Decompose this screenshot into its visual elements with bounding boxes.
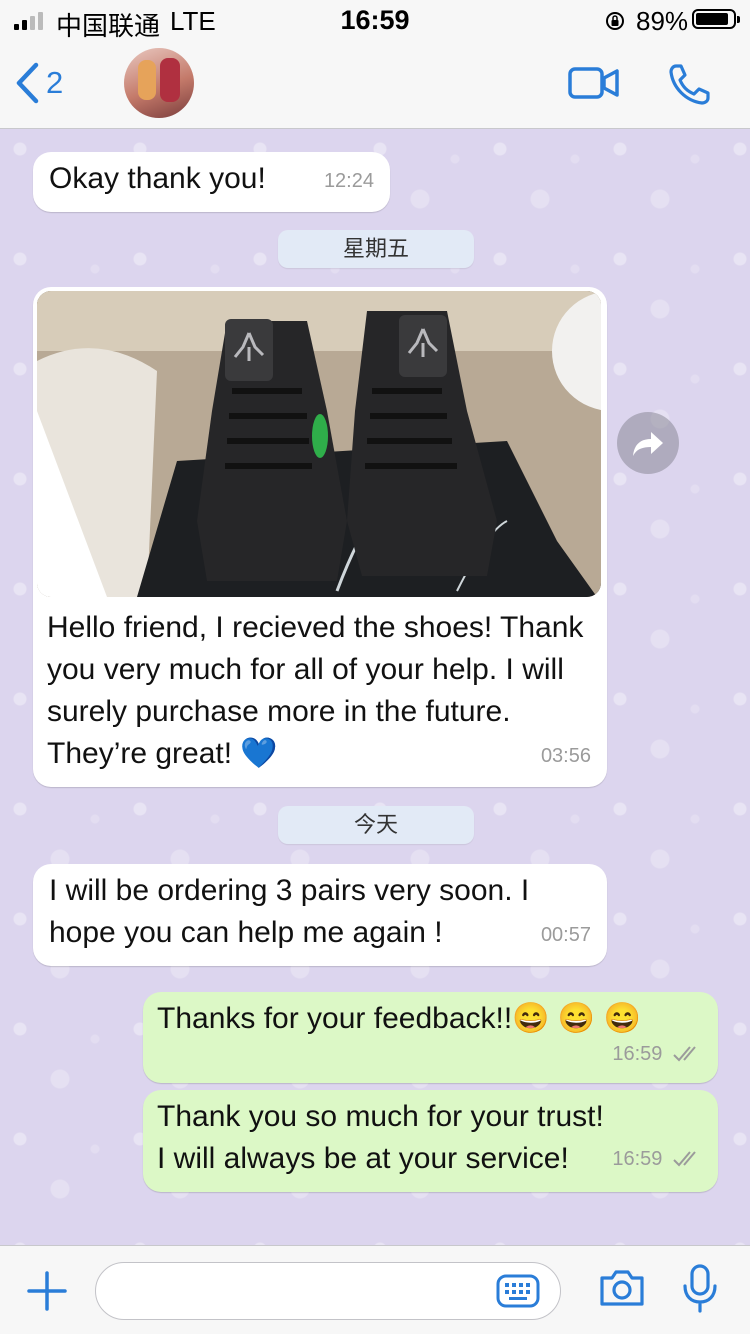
microphone-button[interactable] — [682, 1264, 718, 1314]
date-divider: 星期五 — [278, 230, 474, 268]
message-text: I will be ordering 3 pairs very soon. I … — [49, 874, 530, 949]
message-time: 00:57 — [540, 924, 591, 946]
outgoing-message[interactable]: Thank you so much for your trust! I will… — [143, 1090, 718, 1192]
forward-arrow-icon — [633, 432, 663, 456]
incoming-message[interactable]: Okay thank you! 12:24 — [33, 152, 390, 212]
read-receipt-icon — [673, 1046, 696, 1062]
keyboard-sticker-icon[interactable] — [496, 1274, 540, 1308]
voice-call-button[interactable] — [668, 62, 712, 106]
rotation-lock-icon — [606, 12, 624, 30]
battery-level-fill — [696, 13, 728, 25]
video-call-button[interactable] — [568, 66, 620, 100]
message-text: Hello friend, I recieved the shoes! Than… — [47, 611, 584, 770]
message-input-bar — [0, 1245, 750, 1334]
camera-button[interactable] — [598, 1268, 646, 1308]
status-bar: 中国联通 LTE 16:59 89% — [0, 0, 750, 41]
battery-icon — [692, 9, 740, 29]
message-time: 16:59 — [612, 1033, 702, 1075]
message-time: 12:24 — [323, 170, 374, 192]
message-text: Thank you so much for your trust! I will… — [157, 1100, 604, 1175]
back-button[interactable]: 2 — [14, 62, 63, 104]
chevron-left-icon — [16, 62, 39, 104]
shoe-photo-image — [37, 291, 601, 597]
attach-button[interactable] — [26, 1270, 68, 1312]
incoming-image-message[interactable]: Hello friend, I recieved the shoes! Than… — [33, 287, 607, 787]
outgoing-message[interactable]: Thanks for your feedback!!😄 😄 😄 16:59 — [143, 992, 718, 1083]
message-time-label: 16:59 — [612, 1148, 663, 1170]
date-divider: 今天 — [278, 806, 474, 844]
read-receipt-icon — [673, 1151, 696, 1167]
forward-button[interactable] — [617, 412, 679, 474]
message-input[interactable] — [95, 1262, 561, 1320]
contact-name[interactable] — [204, 62, 294, 92]
shoe-photo[interactable] — [37, 291, 601, 597]
message-time: 16:59 — [612, 1138, 702, 1180]
message-time: 03:56 — [540, 745, 591, 767]
chat-header: 2 — [0, 40, 750, 129]
message-time-label: 16:59 — [612, 1043, 663, 1065]
incoming-message[interactable]: I will be ordering 3 pairs very soon. I … — [33, 864, 607, 966]
contact-avatar[interactable] — [124, 48, 194, 118]
battery-percentage: 89% — [636, 6, 689, 36]
unread-count: 2 — [46, 65, 64, 100]
